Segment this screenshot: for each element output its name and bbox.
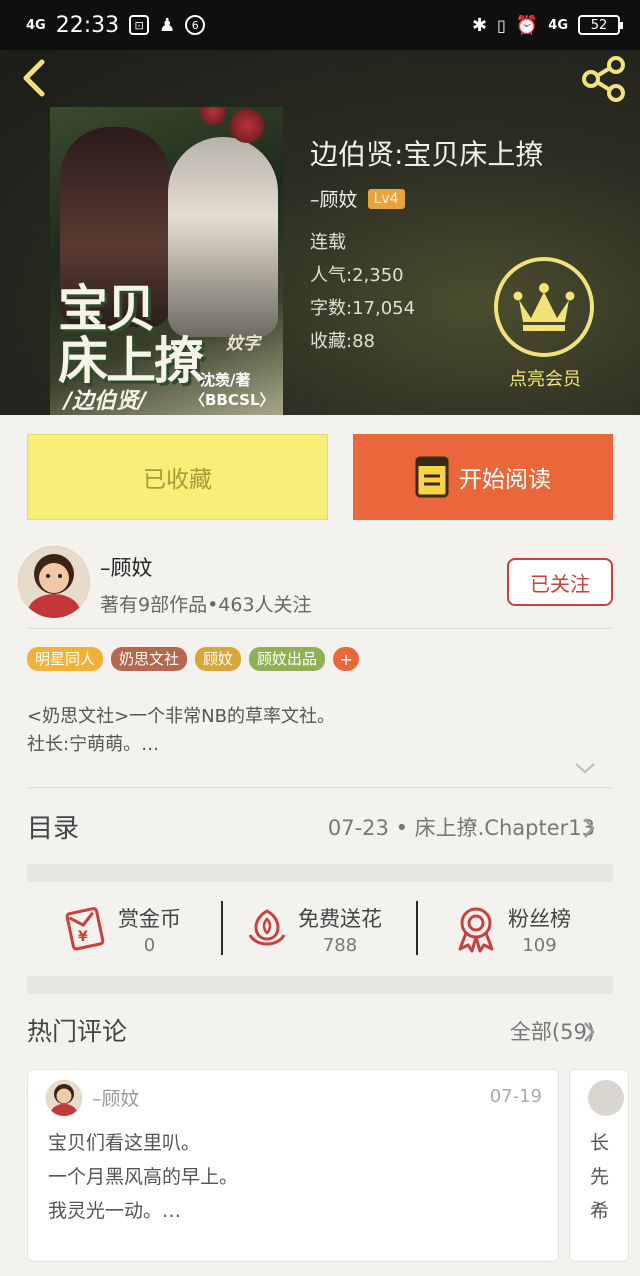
share-icon <box>582 56 625 102</box>
avatar-image <box>46 1080 82 1116</box>
section-separator <box>27 976 613 994</box>
reward-coins-stat[interactable]: ¥ 赏金币 0 <box>60 898 181 960</box>
status-time: 22:33 <box>55 12 120 38</box>
tag-item[interactable]: 明星同人 <box>27 647 104 671</box>
share-button[interactable] <box>580 56 628 102</box>
qq-icon: ♟ <box>159 14 176 36</box>
fan-ranking-stat[interactable]: 粉丝榜 109 <box>454 898 571 960</box>
cover-rose <box>230 109 264 143</box>
comment-text-line: 先 <box>590 1166 610 1188</box>
battery-icon: 52 <box>578 15 623 35</box>
comments-title: 热门评论 <box>27 1017 128 1046</box>
cover-title: 宝贝 床上撩 <box>58 279 204 390</box>
stat-value: 788 <box>322 934 358 956</box>
start-reading-button[interactable]: 开始阅读 <box>353 434 613 520</box>
chevron-right-icon <box>584 1022 595 1042</box>
vibrate-icon: ▯ <box>497 15 506 35</box>
toc-label: 目录 <box>27 814 80 844</box>
vip-label: 点亮会员 <box>509 369 581 390</box>
right-network-indicator: 4G <box>548 17 568 33</box>
cover-tag: 〈BBCSL〉 <box>190 391 275 409</box>
cover-credit: 沈羡/著 <box>200 371 251 389</box>
stat-separator <box>221 901 223 955</box>
book-hero: 宝贝 床上撩 妏字 /边伯贤/ 沈羡/著 〈BBCSL〉 边伯贤:宝贝床上撩 –… <box>0 50 640 415</box>
expand-chevron-icon[interactable] <box>574 760 596 776</box>
stat-label: 赏金币 <box>118 906 181 931</box>
follow-button[interactable]: 已关注 <box>507 558 613 606</box>
add-tag-button[interactable]: + <box>333 647 360 671</box>
cover-rose <box>200 107 226 125</box>
avatar-image <box>18 546 90 618</box>
divider <box>27 628 613 629</box>
tag-item[interactable]: 顾妏出品 <box>249 647 326 671</box>
book-word-count: 字数:17,054 <box>310 298 416 319</box>
stat-separator <box>416 901 418 955</box>
commenter-avatar[interactable] <box>588 1080 624 1116</box>
section-separator <box>27 864 613 882</box>
author-avatar[interactable] <box>18 546 90 618</box>
back-arrow-icon <box>23 59 45 97</box>
tag-list: 明星同人 奶思文社 顾妏 顾妏出品 + <box>27 647 360 671</box>
book-status: 连载 <box>310 232 346 253</box>
comment-card[interactable]: 长 先 希 <box>569 1069 629 1262</box>
stat-value: 109 <box>522 934 557 956</box>
toc-latest-chapter: 07-23 • 床上撩.Chapter13 <box>327 816 595 840</box>
free-flowers-stat[interactable]: 免费送花 788 <box>246 898 382 960</box>
status-bar: 4G 22:33 ⊡ ♟ 6 ✱ ▯ ⏰ 4G 52 <box>0 0 640 50</box>
comment-text-line: 我灵光一动。… <box>48 1200 182 1222</box>
comment-text-line: 长 <box>590 1132 610 1154</box>
comment-date: 07-19 <box>489 1086 542 1107</box>
author-level-badge: Lv4 <box>367 188 405 209</box>
stat-label: 免费送花 <box>298 906 382 931</box>
comment-card[interactable]: –顾妏 07-19 宝贝们看这里叭。 一个月黑风高的早上。 我灵光一动。… <box>27 1069 559 1262</box>
description-line: 社长:宁萌萌。… <box>27 734 160 755</box>
book-author-row: –顾妏 Lv4 <box>310 185 405 212</box>
stat-value: 0 <box>143 934 156 956</box>
weibo-icon: 6 <box>185 15 206 35</box>
back-button[interactable] <box>18 58 52 98</box>
stat-label: 粉丝榜 <box>508 906 571 931</box>
bluetooth-icon: ✱ <box>471 14 488 36</box>
comment-text-line: 一个月黑风高的早上。 <box>48 1166 239 1188</box>
author-stats: 著有9部作品•463人关注 <box>100 594 312 616</box>
network-indicator: 4G <box>26 17 46 33</box>
cover-stamp: 妏字 <box>226 334 260 354</box>
tag-item[interactable]: 奶思文社 <box>111 647 188 671</box>
divider <box>27 787 613 788</box>
book-icon <box>415 456 449 498</box>
ribbon-award-icon <box>458 907 494 953</box>
vip-button[interactable] <box>494 257 594 357</box>
commenter-name[interactable]: –顾妏 <box>92 1084 140 1111</box>
book-title: 边伯贤:宝贝床上撩 <box>310 138 544 171</box>
flower-icon <box>248 909 286 946</box>
alarm-icon: ⏰ <box>515 14 539 36</box>
chevron-right-icon <box>584 818 595 838</box>
comment-text-line: 宝贝们看这里叭。 <box>48 1132 201 1154</box>
book-favorites: 收藏:88 <box>310 331 375 352</box>
book-cover[interactable]: 宝贝 床上撩 妏字 /边伯贤/ 沈羡/著 〈BBCSL〉 <box>50 107 283 415</box>
tag-item[interactable]: 顾妏 <box>195 647 242 671</box>
notification-icon: ⊡ <box>129 15 150 35</box>
description-line: <奶思文社>一个非常NB的草率文社。 <box>27 706 335 727</box>
red-envelope-icon: ¥ <box>65 907 105 951</box>
cover-subtitle: /边伯贤/ <box>64 389 147 414</box>
svg-text:¥: ¥ <box>78 929 88 945</box>
book-author[interactable]: –顾妏 <box>310 185 358 212</box>
commenter-avatar[interactable] <box>46 1080 82 1116</box>
favorited-button[interactable]: 已收藏 <box>27 434 328 520</box>
author-name[interactable]: –顾妏 <box>100 552 153 582</box>
crown-icon <box>513 283 575 331</box>
book-popularity: 人气:2,350 <box>310 265 404 286</box>
comment-text-line: 希 <box>590 1200 610 1222</box>
